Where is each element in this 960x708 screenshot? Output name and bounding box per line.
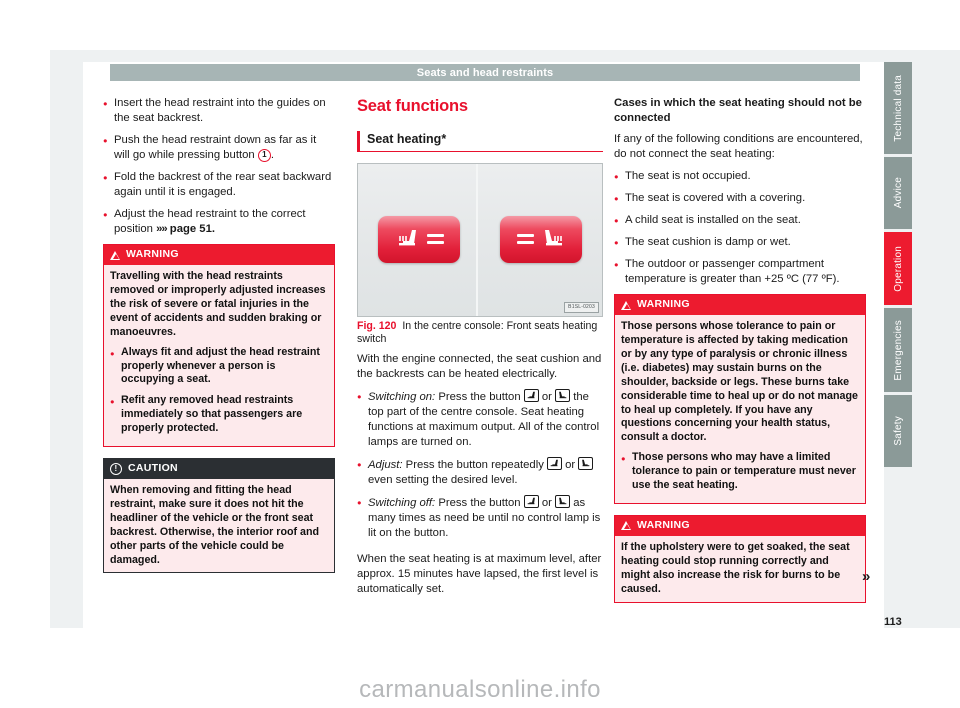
warning-body: Those persons whose tolerance to pain or… xyxy=(615,315,865,503)
seat-heating-button-left[interactable] xyxy=(378,215,460,263)
seat-heating-key-icon xyxy=(523,389,539,403)
list-item: Push the head restraint down as far as i… xyxy=(103,133,335,163)
seat-heating-key-icon xyxy=(555,495,571,509)
closing-paragraph: When the seat heating is at maximum leve… xyxy=(357,553,602,596)
list-item: Switching on: Press the button or the to… xyxy=(357,389,603,450)
warning-box-upholstery: WARNING If the upholstery were to get so… xyxy=(614,514,866,603)
caution-paragraph: When removing and fitting the head restr… xyxy=(110,484,320,566)
side-tab-safety[interactable]: Safety xyxy=(884,395,912,467)
seat-heating-icon xyxy=(544,230,562,246)
side-tab-technical-data[interactable]: Technical data xyxy=(884,62,912,154)
warning-list-item: Those persons who may have a limited tol… xyxy=(621,451,859,493)
warning-box-head-restraints: WARNING Travelling with the head restrai… xyxy=(103,244,335,448)
warning-label: WARNING xyxy=(126,248,179,261)
seat-heating-key-icon xyxy=(555,389,571,403)
list-item: Switching off: Press the button or as ma… xyxy=(357,495,603,541)
page-stage: Seats and head restraints Insert the hea… xyxy=(0,0,960,708)
warning-paragraph: Travelling with the head restraints remo… xyxy=(110,270,326,338)
term-switching-off: Switching off: xyxy=(368,497,436,510)
running-header: Seats and head restraints xyxy=(110,64,860,81)
list-item: The outdoor or passenger compartment tem… xyxy=(614,257,866,287)
list-item: Adjust: Press the button repeatedly or e… xyxy=(357,457,603,488)
list-item: The seat cushion is damp or wet. xyxy=(614,235,866,250)
warning-list-item: Refit any removed head restraints immedi… xyxy=(110,394,328,436)
caution-label: CAUTION xyxy=(128,462,178,475)
warning-paragraph: Those persons whose tolerance to pain or… xyxy=(621,320,858,444)
warning-body: If the upholstery were to get soaked, th… xyxy=(615,535,865,602)
heat-level-bars-icon xyxy=(516,234,534,245)
figure-seat-heating: B1SL-0203 Fig. 120 In the centre console… xyxy=(357,162,603,348)
left-column: Insert the head restraint into the guide… xyxy=(103,96,335,584)
figure-number: Fig. 120 xyxy=(357,319,397,332)
warning-box-pain-tolerance: WARNING Those persons whose tolerance to… xyxy=(614,294,866,504)
list-item: Adjust the head restraint to the correct… xyxy=(103,207,335,237)
heat-level-bars-icon xyxy=(426,234,444,245)
section-title: Seat functions xyxy=(357,97,468,115)
running-header-title: Seats and head restraints xyxy=(416,66,554,79)
side-tab-operation[interactable]: Operation xyxy=(884,232,912,305)
warning-header: WARNING xyxy=(615,515,865,536)
warning-list-item: Always fit and adjust the head restraint… xyxy=(110,346,328,388)
warning-header: WARNING xyxy=(104,245,334,266)
warning-triangle-icon xyxy=(110,250,120,260)
figure-image: B1SL-0203 xyxy=(357,162,603,317)
caution-header: ! CAUTION xyxy=(104,459,334,479)
seat-heating-button-right[interactable] xyxy=(500,215,582,263)
watermark: carmanualsonline.info xyxy=(359,676,601,703)
side-tab-navigation: Technical data Advice Operation Emergenc… xyxy=(884,62,912,470)
exclamation-circle-icon: ! xyxy=(110,463,122,476)
caution-body: When removing and fitting the head restr… xyxy=(104,479,334,573)
intro-paragraph: With the engine connected, the seat cush… xyxy=(357,353,602,381)
side-tab-advice[interactable]: Advice xyxy=(884,157,912,229)
figure-caption: Fig. 120 In the centre console: Front se… xyxy=(357,320,603,348)
figure-image-code: B1SL-0203 xyxy=(564,301,599,313)
warning-header: WARNING xyxy=(615,295,865,316)
seat-heating-key-icon xyxy=(547,457,562,471)
right-intro: If any of the following conditions are e… xyxy=(614,133,863,161)
figure-divider xyxy=(476,163,478,316)
caution-box-head-restraints: ! CAUTION When removing and fitting the … xyxy=(103,458,335,574)
seat-heating-key-icon xyxy=(578,457,594,471)
warning-body: Travelling with the head restraints remo… xyxy=(104,265,334,447)
term-switching-on: Switching on: xyxy=(368,391,436,404)
warning-paragraph: If the upholstery were to get soaked, th… xyxy=(621,540,850,595)
list-item: Fold the backrest of the rear seat backw… xyxy=(103,170,335,200)
cross-reference-link[interactable]: page 51. xyxy=(170,223,215,235)
seat-heating-icon xyxy=(398,230,416,246)
warning-triangle-icon xyxy=(621,300,631,310)
list-item: The seat is covered with a covering. xyxy=(614,191,866,206)
subsection-title: Seat heating* xyxy=(357,130,603,152)
warning-label: WARNING xyxy=(637,518,690,531)
right-heading: Cases in which the seat heating should n… xyxy=(614,97,862,125)
page-number: 113 xyxy=(884,616,902,628)
right-column: Cases in which the seat heating should n… xyxy=(614,96,866,614)
middle-column: Seat functions Seat heating* B1SL-0203 F… xyxy=(357,96,603,604)
term-adjust: Adjust: xyxy=(368,459,403,472)
warning-triangle-icon xyxy=(621,521,631,531)
continuation-marker: » xyxy=(862,568,870,585)
seat-heating-key-icon xyxy=(523,495,539,509)
cross-reference-arrows-icon: »» xyxy=(156,223,168,236)
callout-number-1: 1 xyxy=(257,149,271,163)
list-item: The seat is not occupied. xyxy=(614,169,866,184)
list-item: Insert the head restraint into the guide… xyxy=(103,96,335,126)
side-tab-emergencies[interactable]: Emergencies xyxy=(884,308,912,392)
warning-label: WARNING xyxy=(637,298,690,311)
list-item: A child seat is installed on the seat. xyxy=(614,213,866,228)
